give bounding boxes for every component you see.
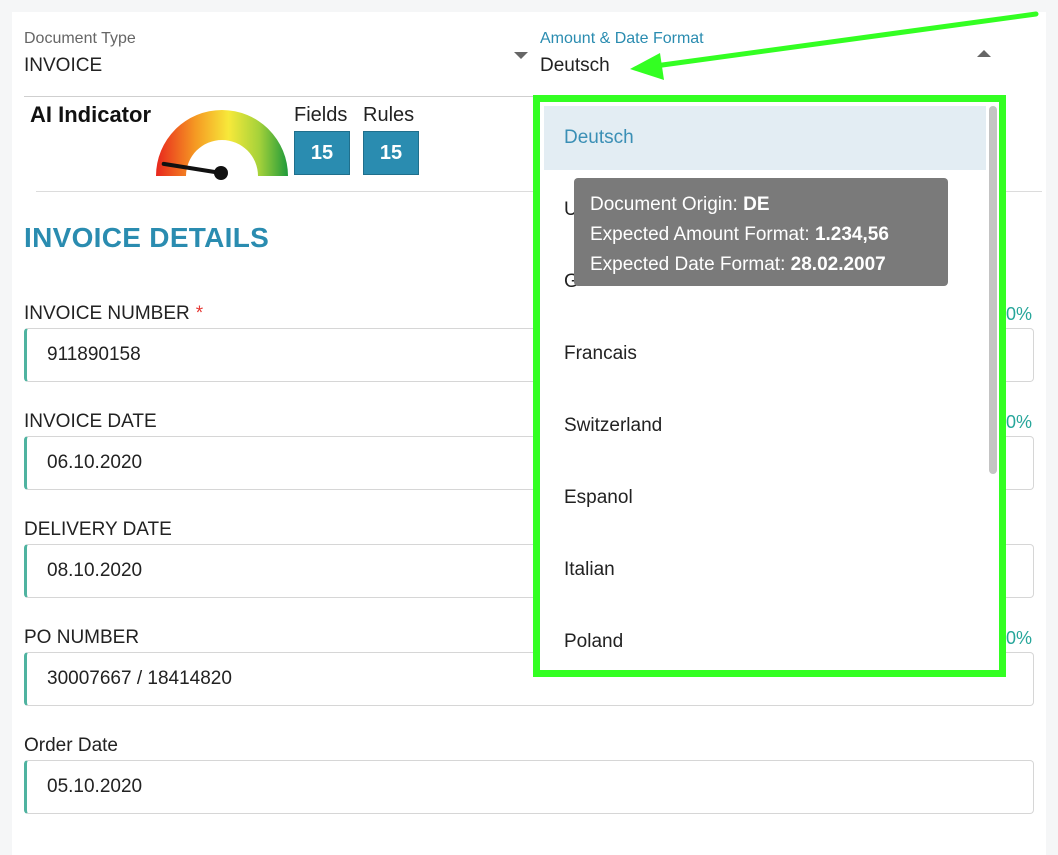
- order-date-label: Order Date: [24, 735, 118, 756]
- format-tooltip: Document Origin: DE Expected Amount Form…: [574, 178, 948, 286]
- gauge-icon: [156, 110, 288, 180]
- confidence-percent: 0%: [1006, 628, 1033, 648]
- order-date-input[interactable]: 05.10.2020: [24, 760, 1034, 814]
- rules-count-badge: 15: [363, 131, 419, 175]
- tooltip-date-format: Expected Date Format: 28.02.2007: [590, 254, 886, 275]
- gauge-hub: [214, 166, 228, 180]
- fields-count-badge: 15: [294, 131, 350, 175]
- tooltip-origin: Document Origin: DE: [590, 194, 770, 215]
- dropdown-option-espanol[interactable]: Espanol: [540, 466, 982, 530]
- confidence-percent: 0%: [1006, 412, 1033, 432]
- dropdown-option-francais[interactable]: Francais: [540, 322, 982, 386]
- section-title: INVOICE DETAILS: [24, 222, 270, 253]
- dropdown-option-switzerland[interactable]: Switzerland: [540, 394, 982, 458]
- caret-down-icon[interactable]: [514, 52, 528, 59]
- amount-date-format-value: Deutsch: [540, 55, 610, 76]
- amount-date-format-label: Amount & Date Format: [540, 30, 704, 47]
- invoice-date-value: 06.10.2020: [47, 452, 143, 473]
- ai-indicator-title: AI Indicator: [30, 102, 152, 127]
- invoice-date-label: INVOICE DATE: [24, 411, 157, 432]
- invoice-number-label: INVOICE NUMBER *: [24, 303, 204, 324]
- order-date-value: 05.10.2020: [47, 776, 143, 797]
- caret-up-icon[interactable]: [977, 50, 991, 57]
- tooltip-amount-format: Expected Amount Format: 1.234,56: [590, 224, 889, 245]
- invoice-number-value: 911890158: [47, 344, 141, 365]
- rules-label: Rules: [363, 104, 415, 126]
- delivery-date-value: 08.10.2020: [47, 560, 143, 581]
- po-number-label: PO NUMBER: [24, 627, 140, 648]
- dropdown-option-deutsch[interactable]: Deutsch: [544, 106, 986, 170]
- po-number-value: 30007667 / 18414820: [47, 668, 232, 689]
- required-marker: *: [195, 303, 204, 324]
- dropdown-scrollbar[interactable]: [989, 106, 997, 474]
- dropdown-option-italian[interactable]: Italian: [540, 538, 982, 602]
- document-type-value: INVOICE: [24, 55, 103, 76]
- dropdown-option-poland[interactable]: Poland: [540, 610, 982, 670]
- confidence-percent: 0%: [1006, 304, 1033, 324]
- fields-label: Fields: [294, 104, 348, 126]
- delivery-date-label: DELIVERY DATE: [24, 519, 172, 540]
- document-type-underline: [24, 96, 534, 97]
- document-type-label: Document Type: [24, 30, 136, 47]
